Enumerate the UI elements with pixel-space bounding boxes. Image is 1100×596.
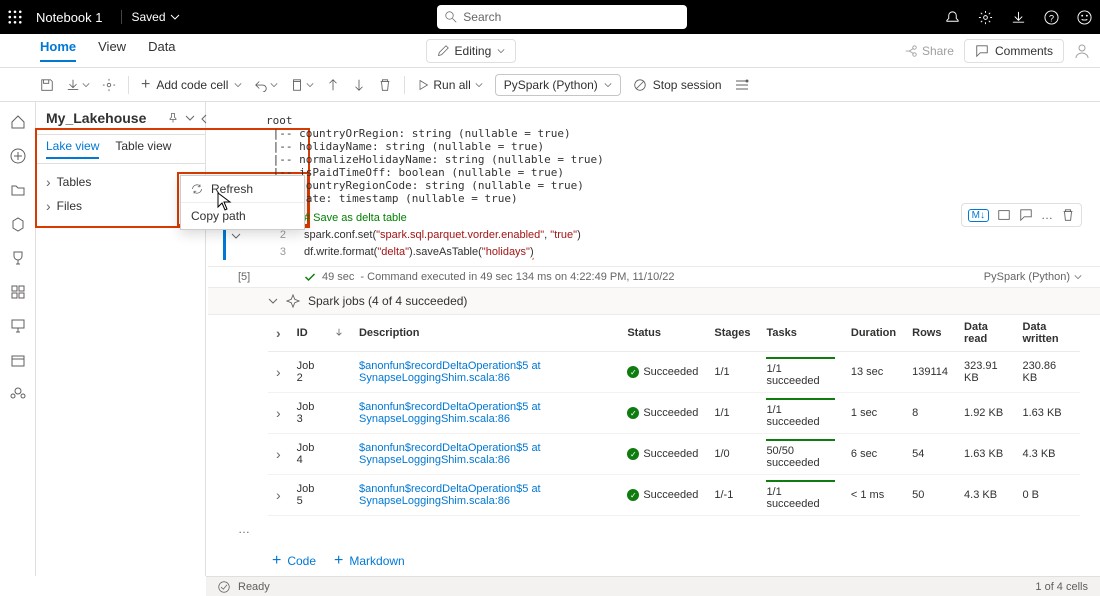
check-icon <box>304 271 316 283</box>
search-input[interactable]: Search <box>437 5 687 29</box>
tab-data[interactable]: Data <box>148 39 175 62</box>
move-down-icon[interactable] <box>352 78 366 92</box>
exec-count: [5] <box>238 271 250 283</box>
pin-icon[interactable] <box>167 112 179 124</box>
create-icon[interactable] <box>10 148 26 164</box>
save-status[interactable]: Saved <box>121 10 180 24</box>
code-format-icon[interactable] <box>997 208 1011 222</box>
pencil-icon <box>437 45 449 57</box>
cell-count: 1 of 4 cells <box>1035 581 1088 593</box>
move-up-icon[interactable] <box>326 78 340 92</box>
add-markdown-button[interactable]: +Markdown <box>334 552 405 570</box>
status-ready: Ready <box>238 581 270 593</box>
more-cell-icon[interactable]: … <box>1041 208 1053 222</box>
table-row[interactable]: Job 5 $anonfun$recordDeltaOperation$5 at… <box>268 475 1080 516</box>
tab-home[interactable]: Home <box>40 39 76 62</box>
stop-session-button[interactable]: Stop session <box>633 78 722 92</box>
share-icon <box>904 44 918 58</box>
comment-cell-icon[interactable] <box>1019 208 1033 222</box>
chevron-down-icon <box>234 81 242 89</box>
svg-text:?: ? <box>1049 13 1054 23</box>
add-code-button[interactable]: +Code <box>272 552 316 570</box>
chevron-down-small-icon[interactable] <box>231 231 241 241</box>
comment-icon <box>975 44 989 58</box>
schema-output: root |-- countryOrRegion: string (nullab… <box>206 102 1100 209</box>
cell-lang[interactable]: PySpark (Python) <box>984 271 1082 283</box>
settings-icon[interactable] <box>978 10 993 25</box>
cell-toolbar: M↓ … <box>961 203 1082 227</box>
refresh-icon <box>191 183 203 195</box>
browse-icon[interactable] <box>10 182 26 198</box>
run-all-button[interactable]: Run all <box>417 78 482 92</box>
feedback-icon[interactable] <box>1077 10 1092 25</box>
workspaces-icon[interactable] <box>10 386 26 402</box>
help-icon[interactable]: ? <box>1044 10 1059 25</box>
download-menu[interactable] <box>66 78 90 92</box>
add-code-cell-button[interactable]: + Add code cell <box>141 76 242 94</box>
search-placeholder: Search <box>463 10 501 24</box>
copy-menu[interactable] <box>290 78 314 92</box>
more-rows-icon[interactable]: … <box>208 516 1100 542</box>
table-row[interactable]: Job 3 $anonfun$recordDeltaOperation$5 at… <box>268 393 1080 434</box>
metrics-icon[interactable] <box>10 318 26 334</box>
menu-refresh[interactable]: Refresh <box>181 176 304 203</box>
stop-icon <box>633 78 647 92</box>
search-icon <box>445 11 457 23</box>
spark-jobs-header: Spark jobs (4 of 4 succeeded) <box>308 294 467 308</box>
settings-small-icon[interactable] <box>102 78 116 92</box>
delete-cell-icon[interactable] <box>1061 208 1075 222</box>
delete-icon[interactable] <box>378 78 392 92</box>
document-title[interactable]: Notebook 1 <box>36 10 103 25</box>
spark-icon <box>286 294 300 308</box>
comments-button[interactable]: Comments <box>964 39 1064 63</box>
context-menu: Refresh Copy path <box>180 175 305 230</box>
language-select[interactable]: PySpark (Python) <box>495 74 621 96</box>
notification-icon[interactable] <box>945 10 960 25</box>
markdown-toggle[interactable]: M↓ <box>968 209 989 222</box>
monitoring-icon[interactable] <box>10 352 26 368</box>
download-icon[interactable] <box>1011 10 1026 25</box>
app-launcher-icon[interactable] <box>8 10 22 24</box>
chevron-down-icon[interactable] <box>268 296 278 306</box>
undo-menu[interactable] <box>254 78 278 92</box>
tab-view[interactable]: View <box>98 39 126 62</box>
table-view-tab[interactable]: Table view <box>115 139 171 159</box>
lakehouse-name[interactable]: My_Lakehouse <box>46 110 146 126</box>
menu-copy-path[interactable]: Copy path <box>181 203 304 229</box>
cursor-icon <box>217 192 233 212</box>
chevron-down-icon <box>475 81 483 89</box>
chevron-down-icon <box>604 81 612 89</box>
table-row[interactable]: Job 4 $anonfun$recordDeltaOperation$5 at… <box>268 434 1080 475</box>
status-ok-icon <box>218 581 230 593</box>
onelake-icon[interactable] <box>10 216 26 232</box>
editing-mode-button[interactable]: Editing <box>426 39 517 63</box>
spark-jobs-table: ID Description Status Stages Tasks Durat… <box>268 315 1080 516</box>
apps-icon[interactable] <box>10 284 26 300</box>
play-icon <box>417 79 429 91</box>
chevron-down-icon <box>170 12 180 22</box>
trophy-icon[interactable] <box>10 250 26 266</box>
save-icon[interactable] <box>40 78 54 92</box>
lake-view-tab[interactable]: Lake view <box>46 139 99 159</box>
variables-icon[interactable] <box>734 77 750 93</box>
people-icon[interactable] <box>1074 43 1090 59</box>
chevron-down-icon <box>497 47 505 55</box>
table-row[interactable]: Job 2 $anonfun$recordDeltaOperation$5 at… <box>268 352 1080 393</box>
chevron-down-icon[interactable] <box>185 113 195 123</box>
home-icon[interactable] <box>10 114 26 130</box>
share-button[interactable]: Share <box>904 44 954 58</box>
